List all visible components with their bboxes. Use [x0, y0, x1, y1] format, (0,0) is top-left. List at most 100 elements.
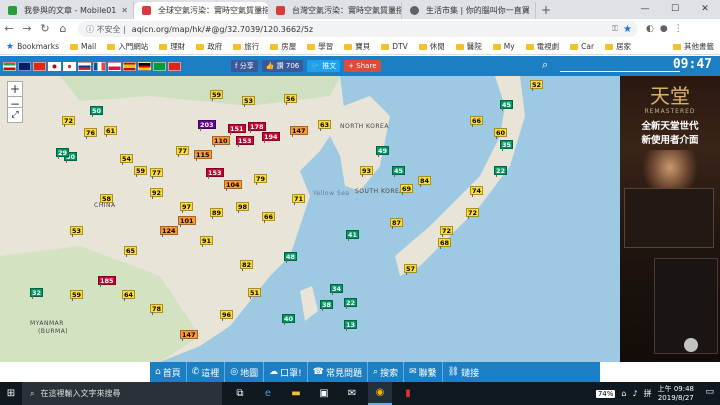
flag-vietnam-icon[interactable]	[168, 61, 181, 71]
bookmark-item[interactable]: 旅行	[233, 41, 259, 52]
nav-here[interactable]: ✆ 這裡	[187, 362, 226, 382]
aqi-marker[interactable]: 53	[242, 96, 256, 107]
aqi-marker[interactable]: 151	[228, 124, 246, 135]
nav-home[interactable]: ⌂ 首頁	[150, 362, 187, 382]
aqi-marker[interactable]: 22	[494, 166, 508, 177]
menu-icon[interactable]: ⋮	[674, 24, 683, 34]
other-bookmarks[interactable]: 其他書籤	[673, 39, 714, 55]
aqi-marker[interactable]: 68	[438, 238, 452, 249]
aqi-marker[interactable]: 51	[248, 288, 262, 299]
forward-icon[interactable]: →	[18, 20, 36, 38]
aqi-marker[interactable]: 96	[220, 310, 234, 321]
aqi-marker[interactable]: 74	[470, 186, 484, 197]
bookmark-item[interactable]: ★ Bookmarks	[6, 42, 59, 52]
flag-brazil-icon[interactable]	[153, 61, 166, 71]
keyboard-icon[interactable]: 拼	[644, 388, 652, 399]
aqi-marker[interactable]: 104	[224, 180, 242, 191]
taskbar-search[interactable]: ⌕ 在這裡輸入文字來搜尋	[22, 382, 222, 405]
flag-france-icon[interactable]	[93, 61, 106, 71]
nav-faq[interactable]: ☎ 常見問題	[308, 362, 369, 382]
nav-search[interactable]: ⌕ 搜索	[368, 362, 405, 382]
aqi-marker[interactable]: 72	[440, 226, 454, 237]
windows-start-icon[interactable]: ⊞	[0, 382, 22, 405]
facebook-like-button[interactable]: 👍 讚 706	[261, 60, 304, 72]
aqi-marker[interactable]: 78	[150, 304, 164, 315]
bookmark-item[interactable]: 休閒	[418, 41, 445, 52]
close-tab-icon[interactable]: ✕	[121, 2, 128, 19]
aqi-marker[interactable]: 34	[330, 284, 344, 295]
flag-germany-icon[interactable]	[138, 61, 151, 71]
minimize-icon[interactable]: —	[630, 0, 660, 19]
tab-aqicn-global[interactable]: 全球空氣污染：實時空氣質量指數 ✕	[134, 2, 268, 19]
aqi-marker[interactable]: 52	[530, 80, 544, 91]
aqi-marker[interactable]: 41	[346, 230, 360, 241]
file-explorer-icon[interactable]: ▬	[284, 382, 308, 405]
aqi-marker[interactable]: 32	[30, 288, 44, 299]
aqi-marker[interactable]: 79	[254, 174, 268, 185]
aqi-marker[interactable]: 71	[292, 194, 306, 205]
aqi-marker[interactable]: 153	[236, 136, 254, 147]
aqi-map[interactable]: + − ⤢ CHINA NORTH KOREA SOUTH KOREA MYAN…	[0, 76, 620, 362]
aqi-marker[interactable]: 194	[262, 132, 280, 143]
aqi-marker[interactable]: 59	[134, 166, 148, 177]
aqi-marker[interactable]: 72	[62, 116, 76, 127]
reload-icon[interactable]: ↻	[36, 20, 54, 38]
aqi-marker[interactable]: 29	[56, 148, 70, 159]
fullscreen-icon[interactable]: ⤢	[7, 107, 23, 123]
close-tab-icon[interactable]: ✕	[389, 2, 396, 19]
close-tab-icon[interactable]: ✕	[523, 2, 530, 19]
notification-icon[interactable]: ▭	[705, 387, 714, 397]
aqi-marker[interactable]: 82	[240, 260, 254, 271]
bookmark-item[interactable]: DTV	[381, 42, 408, 51]
aqi-marker[interactable]: 153	[206, 168, 224, 179]
aqi-marker[interactable]: 48	[284, 252, 298, 263]
ad-play-icon[interactable]	[684, 338, 698, 352]
aqi-marker[interactable]: 76	[84, 128, 98, 139]
aqi-marker[interactable]: 66	[262, 212, 276, 223]
flag-china-icon[interactable]	[33, 61, 46, 71]
aqi-marker[interactable]: 49	[376, 146, 390, 157]
aqi-marker[interactable]: 22	[344, 298, 358, 309]
aqi-marker[interactable]: 115	[194, 150, 212, 161]
bookmark-item[interactable]: 理財	[159, 41, 185, 52]
volume-icon[interactable]: ♪	[632, 389, 637, 398]
translate-icon[interactable]: ⚿	[612, 24, 618, 34]
aqi-marker[interactable]: 54	[120, 154, 134, 165]
flag-uk-icon[interactable]	[18, 61, 31, 71]
address-bar[interactable]: ⓘ 不安全 | aqicn.org/map/hk/#@g/32.7039/120…	[78, 21, 638, 37]
aqi-marker[interactable]: 40	[282, 314, 296, 325]
bookmark-item[interactable]: 政府	[196, 41, 222, 52]
facebook-share-button[interactable]: f 分享	[231, 60, 258, 72]
close-tab-icon[interactable]: ✕	[256, 2, 263, 19]
bookmark-item[interactable]: Car	[570, 42, 594, 51]
zoom-in-button[interactable]: +	[8, 82, 22, 96]
aqi-marker[interactable]: 72	[466, 208, 480, 219]
tab-shopping[interactable]: 生活市集 | 你的腦叫你一直買 ✕	[402, 2, 536, 19]
aqi-marker[interactable]: 98	[236, 202, 250, 213]
maximize-icon[interactable]: ☐	[660, 0, 690, 19]
flag-russia-icon[interactable]	[78, 61, 91, 71]
bookmark-star-icon[interactable]: ★	[623, 24, 632, 35]
aqi-marker[interactable]: 91	[200, 236, 214, 247]
bookmark-item[interactable]: 學習	[307, 41, 333, 52]
profile-icon[interactable]: ●	[660, 24, 668, 34]
aqi-marker[interactable]: 38	[320, 300, 334, 311]
aqi-marker[interactable]: 147	[180, 330, 198, 341]
new-tab-button[interactable]: +	[536, 2, 556, 19]
aqi-marker[interactable]: 203	[198, 120, 216, 131]
aqi-marker[interactable]: 45	[392, 166, 406, 177]
bookmark-item[interactable]: 寶貝	[344, 41, 370, 52]
aqi-marker[interactable]: 77	[176, 146, 190, 157]
nav-links[interactable]: ⛓ 鏈接	[443, 362, 484, 382]
aqi-marker[interactable]: 63	[318, 120, 332, 131]
aqi-marker[interactable]: 97	[180, 202, 194, 213]
aqi-marker[interactable]: 35	[500, 140, 514, 151]
flag-spain-icon[interactable]	[123, 61, 136, 71]
battery-indicator[interactable]: 74%	[595, 389, 616, 398]
aqi-marker[interactable]: 60	[494, 128, 508, 139]
nav-map[interactable]: ◎ 地圖	[225, 362, 265, 382]
aqi-marker[interactable]: 77	[150, 168, 164, 179]
aqi-marker[interactable]: 185	[98, 276, 116, 287]
flag-iran-icon[interactable]	[3, 61, 16, 71]
bookmark-item[interactable]: 居家	[605, 41, 631, 52]
